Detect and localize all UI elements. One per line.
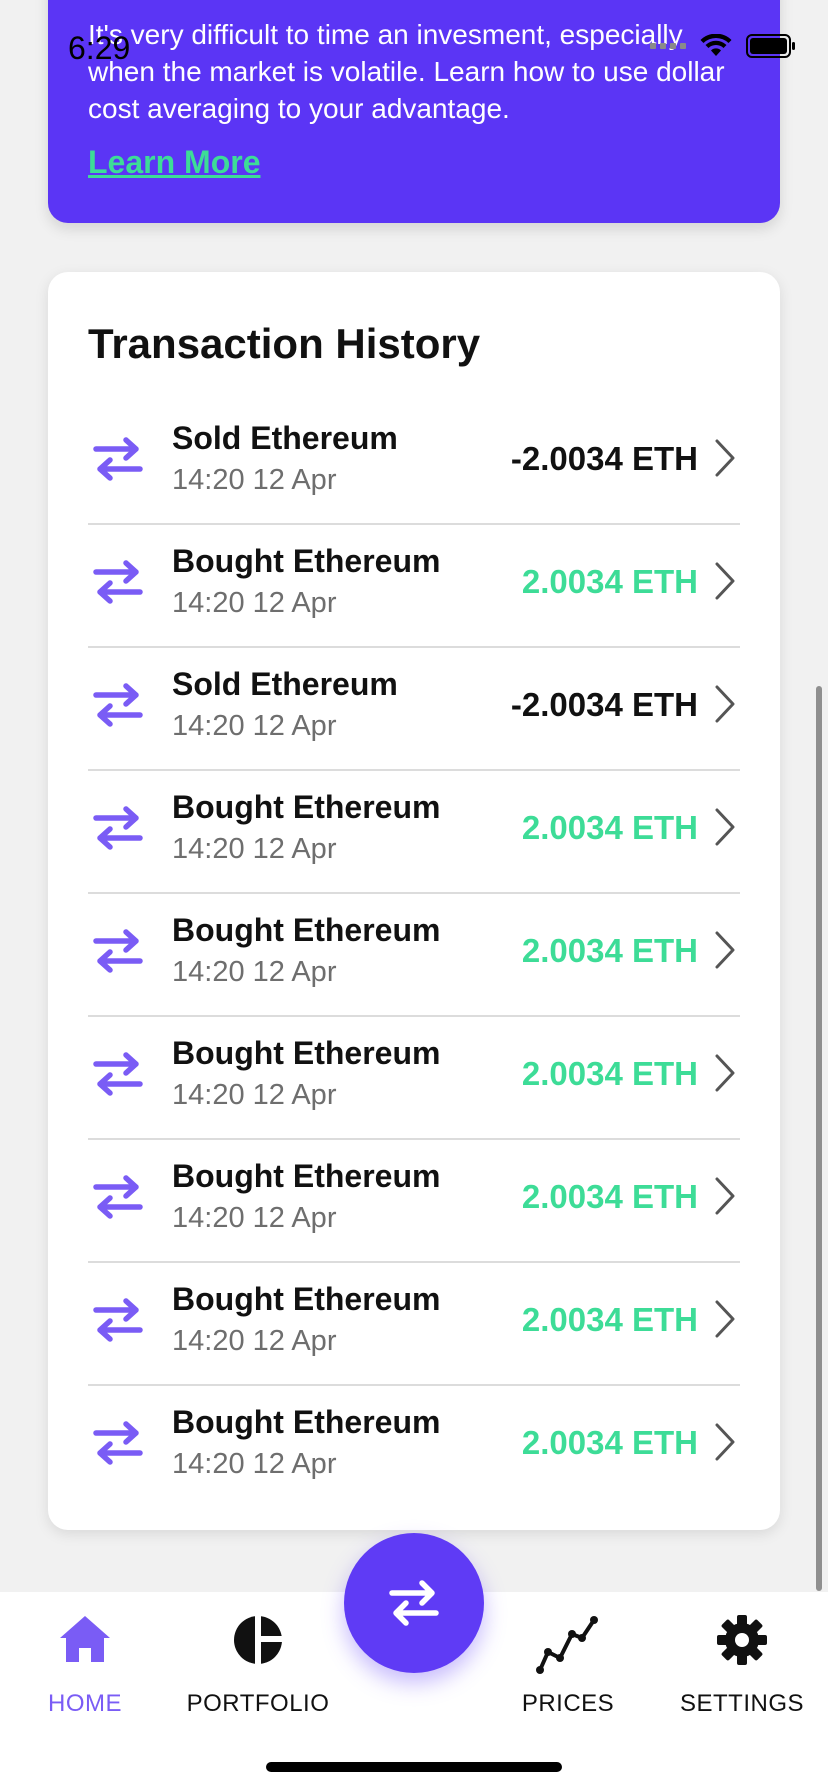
tab-home-label: HOME (48, 1690, 122, 1717)
swap-icon (389, 1580, 439, 1626)
swap-icon (93, 683, 143, 727)
transaction-time: 14:20 12 Apr (172, 1325, 337, 1357)
swap-fab-button[interactable] (344, 1533, 484, 1673)
chevron-right-icon (715, 1300, 735, 1338)
transaction-amount: -2.0034 ETH (510, 686, 698, 723)
chevron-right-icon (715, 931, 735, 969)
transaction-time: 14:20 12 Apr (172, 833, 337, 865)
swap-icon (93, 1298, 143, 1342)
transaction-amount: 2.0034 ETH (521, 1178, 698, 1215)
swap-icon (93, 806, 143, 850)
tab-portfolio-label: PORTFOLIO (186, 1690, 330, 1717)
chevron-right-icon (715, 1423, 735, 1461)
chevron-right-icon (715, 1177, 735, 1215)
status-bar: 6:29 (0, 0, 828, 100)
transaction-amount: 2.0034 ETH (521, 809, 698, 846)
line-chart-icon (536, 1616, 598, 1674)
transaction-time: 14:20 12 Apr (172, 1079, 337, 1111)
chevron-right-icon (715, 562, 735, 600)
transaction-time: 14:20 12 Apr (172, 1202, 337, 1234)
swap-icon (93, 1052, 143, 1096)
transaction-name: Bought Ethereum (172, 912, 441, 948)
cellular-signal-icon (650, 43, 686, 49)
transaction-amount: 2.0034 ETH (521, 1424, 698, 1461)
transaction-name: Bought Ethereum (172, 543, 441, 579)
learn-more-link[interactable]: Learn More (88, 144, 260, 181)
tab-prices[interactable]: PRICES (488, 1592, 648, 1732)
transaction-amount: -2.0034 ETH (510, 440, 698, 477)
gear-icon (717, 1615, 767, 1665)
swap-icon (93, 929, 143, 973)
home-indicator (266, 1762, 562, 1772)
transaction-row[interactable]: Bought Ethereum 14:20 12 Apr 2.0034 ETH (88, 1386, 740, 1507)
transaction-row[interactable]: Sold Ethereum 14:20 12 Apr -2.0034 ETH (88, 648, 740, 771)
tab-settings[interactable]: SETTINGS (662, 1592, 822, 1732)
swap-icon (93, 437, 143, 481)
transaction-row[interactable]: Bought Ethereum 14:20 12 Apr 2.0034 ETH (88, 525, 740, 648)
swap-icon (93, 560, 143, 604)
transaction-name: Sold Ethereum (172, 420, 398, 456)
pie-chart-icon (234, 1614, 284, 1666)
transaction-name: Sold Ethereum (172, 666, 398, 702)
tab-portfolio[interactable]: PORTFOLIO (178, 1592, 338, 1732)
wifi-icon (700, 34, 732, 56)
home-icon (60, 1616, 110, 1662)
transaction-row[interactable]: Bought Ethereum 14:20 12 Apr 2.0034 ETH (88, 1263, 740, 1386)
transaction-history-title: Transaction History (88, 320, 481, 367)
transaction-list: Sold Ethereum 14:20 12 Apr -2.0034 ETH Boug… (88, 402, 740, 1507)
transaction-amount: 2.0034 ETH (521, 1301, 698, 1338)
tab-home[interactable]: HOME (5, 1592, 165, 1732)
transaction-amount: 2.0034 ETH (521, 932, 698, 969)
battery-icon (746, 34, 795, 58)
transaction-time: 14:20 12 Apr (172, 710, 337, 742)
transaction-time: 14:20 12 Apr (172, 956, 337, 988)
transaction-row[interactable]: Bought Ethereum 14:20 12 Apr 2.0034 ETH (88, 771, 740, 894)
scrollbar[interactable] (816, 686, 822, 1591)
transaction-row[interactable]: Bought Ethereum 14:20 12 Apr 2.0034 ETH (88, 1140, 740, 1263)
chevron-right-icon (715, 439, 735, 477)
tab-prices-label: PRICES (521, 1690, 615, 1717)
chevron-right-icon (715, 685, 735, 723)
transaction-name: Bought Ethereum (172, 789, 441, 825)
transaction-time: 14:20 12 Apr (172, 587, 337, 619)
transaction-name: Bought Ethereum (172, 1404, 441, 1440)
transaction-time: 14:20 12 Apr (172, 464, 337, 496)
transaction-time: 14:20 12 Apr (172, 1448, 337, 1480)
chevron-right-icon (715, 1054, 735, 1092)
transaction-row[interactable]: Bought Ethereum 14:20 12 Apr 2.0034 ETH (88, 894, 740, 1017)
transaction-amount: 2.0034 ETH (521, 563, 698, 600)
transaction-name: Bought Ethereum (172, 1281, 441, 1317)
transaction-row[interactable]: Sold Ethereum 14:20 12 Apr -2.0034 ETH (88, 402, 740, 525)
transaction-amount: 2.0034 ETH (521, 1055, 698, 1092)
transaction-history-card: Transaction History Sold Ethereum 14:20 1… (48, 272, 780, 1530)
swap-icon (93, 1421, 143, 1465)
status-time: 6:29 (68, 30, 131, 66)
tab-settings-label: SETTINGS (679, 1690, 804, 1717)
transaction-row[interactable]: Bought Ethereum 14:20 12 Apr 2.0034 ETH (88, 1017, 740, 1140)
status-icons (650, 34, 796, 58)
swap-icon (93, 1175, 143, 1219)
chevron-right-icon (715, 808, 735, 846)
transaction-name: Bought Ethereum (172, 1035, 441, 1071)
transaction-name: Bought Ethereum (172, 1158, 441, 1194)
